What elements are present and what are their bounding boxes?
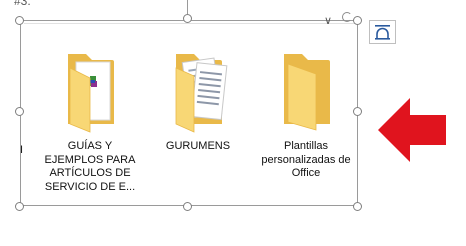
folder-item[interactable]: GUÍAS Y EJEMPLOS PARA ARTÍCULOS DE SERVI… — [42, 48, 138, 194]
folder-item[interactable]: Plantillas personalizadas de Office — [258, 48, 354, 181]
resize-handle-bottom-left[interactable] — [15, 202, 24, 211]
folder-label: GURUMENS — [165, 140, 231, 152]
resize-handle-bottom-right[interactable] — [353, 202, 362, 211]
resize-handle-top-right[interactable] — [353, 16, 362, 25]
folder-label: GUÍAS Y EJEMPLOS PARA ARTÍCULOS DE SERVI… — [44, 140, 136, 193]
chevron-down-icon[interactable]: ∨ — [324, 14, 332, 27]
folder-label: Plantillas personalizadas de Office — [261, 140, 351, 179]
folder-icon — [284, 54, 330, 131]
resize-handle-top-left[interactable] — [15, 16, 24, 25]
cut-off-label: I — [20, 144, 24, 156]
resize-handle-right[interactable] — [353, 107, 362, 116]
previous-text-fragment: #3. — [14, 0, 31, 8]
resize-handle-top[interactable] — [183, 14, 192, 23]
folder-item[interactable]: GURUMENS — [150, 48, 246, 154]
folder-with-archive-icon — [68, 54, 114, 133]
refresh-icon[interactable] — [342, 12, 352, 22]
resize-handle-left[interactable] — [15, 107, 24, 116]
folder-with-documents-icon — [175, 54, 228, 133]
text-wrap-icon — [375, 25, 390, 40]
resize-handle-bottom[interactable] — [183, 202, 192, 211]
rotation-handle-line — [187, 0, 188, 14]
layout-options-button[interactable] — [369, 20, 396, 44]
red-arrow-icon — [378, 98, 446, 162]
